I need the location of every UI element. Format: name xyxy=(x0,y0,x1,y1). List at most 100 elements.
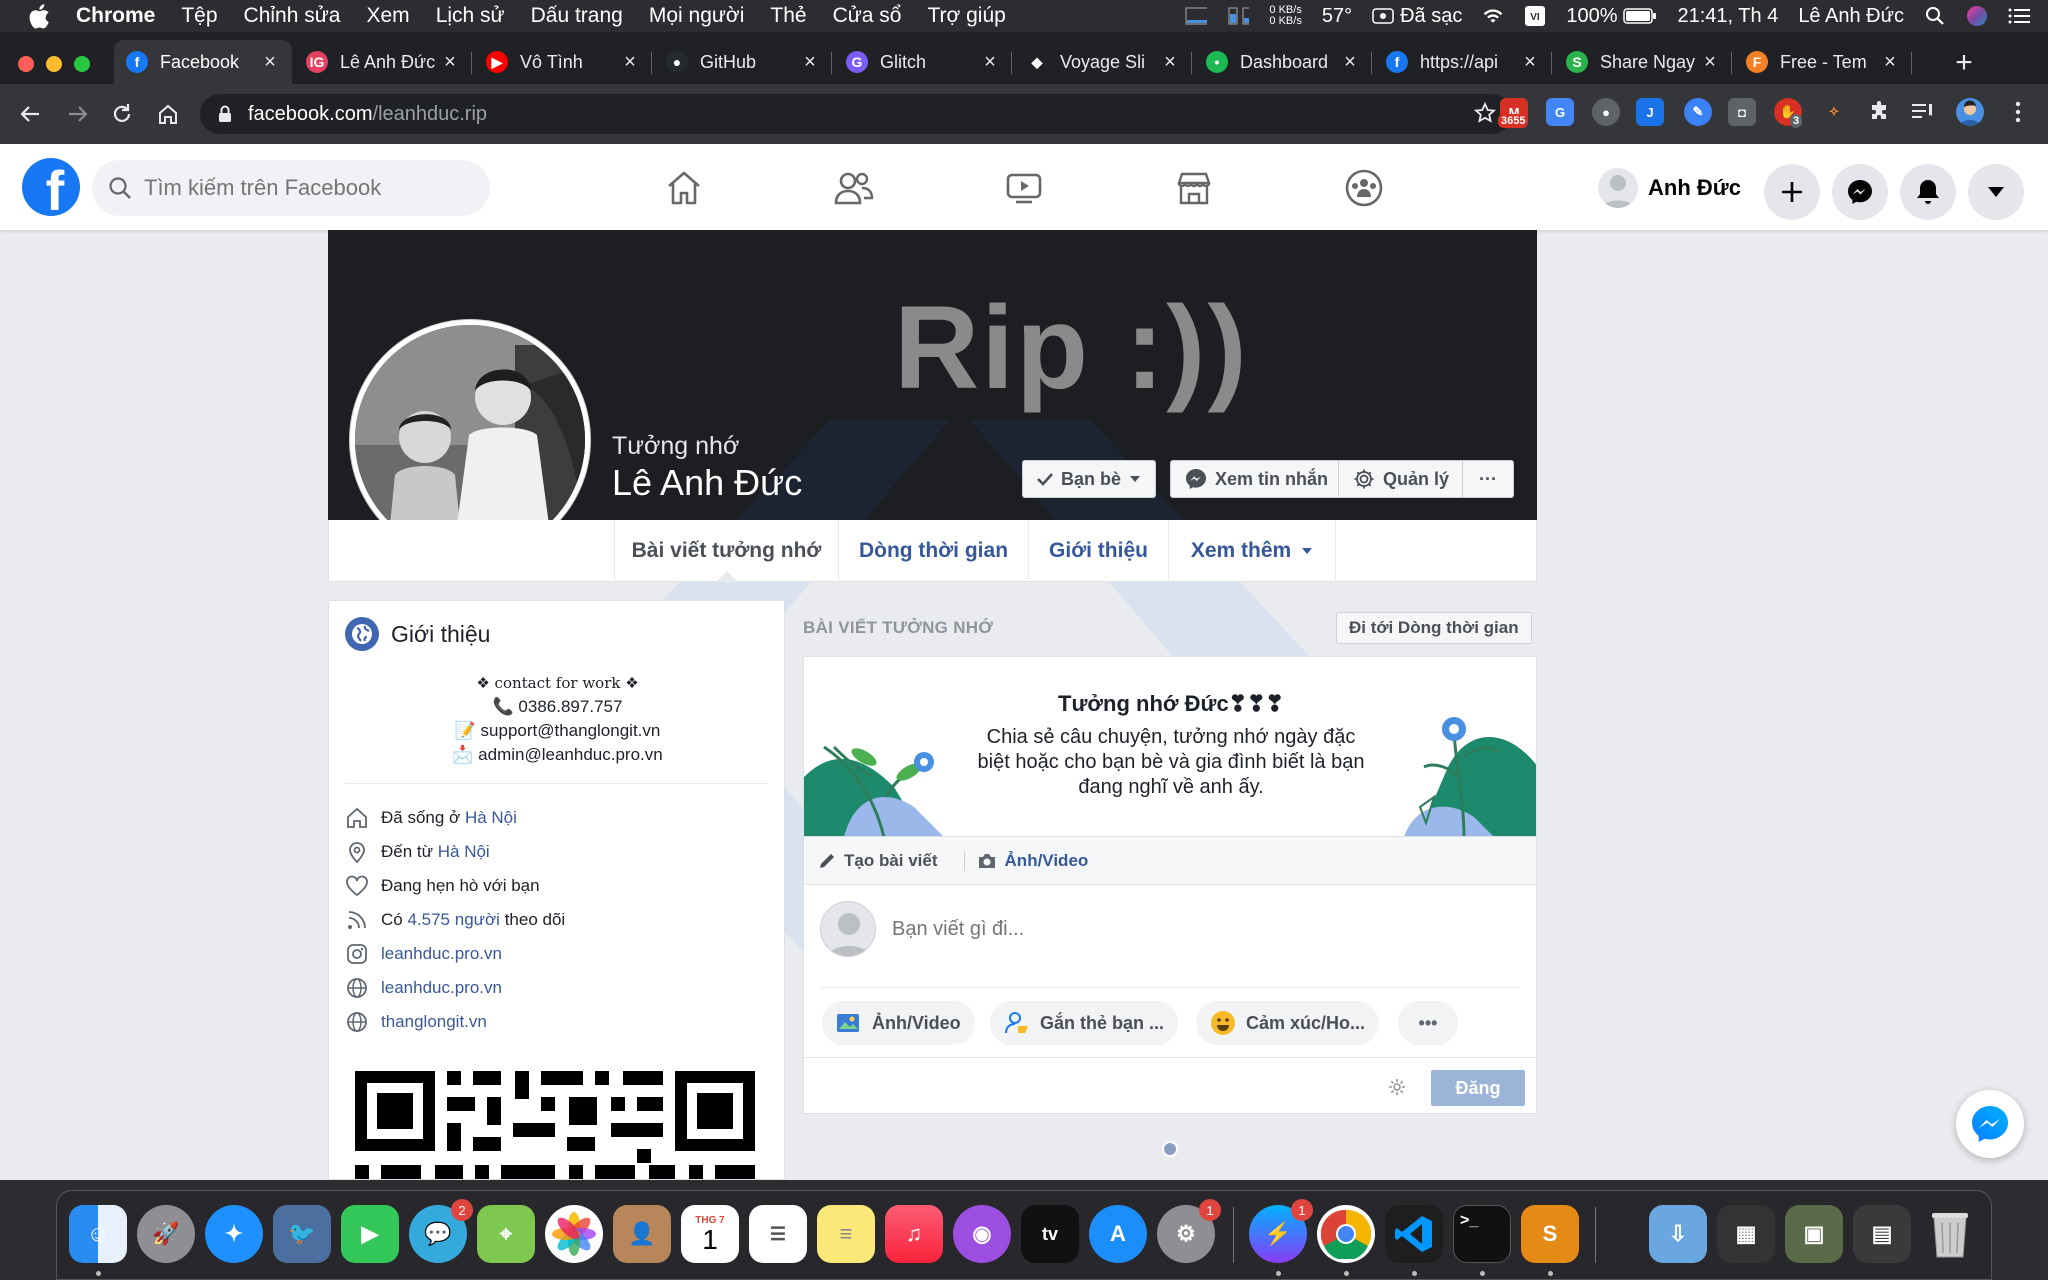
apple-tv-icon[interactable]: tv xyxy=(1021,1205,1079,1263)
tab-memorial-posts[interactable]: Bài viết tưởng nhớ xyxy=(614,520,838,582)
menu-tab[interactable]: Thẻ xyxy=(770,4,806,28)
settings-gear-icon[interactable] xyxy=(1388,1078,1406,1101)
create-post-tab[interactable]: Tạo bài viết xyxy=(818,851,938,871)
minimize-window-button[interactable] xyxy=(46,56,62,72)
photo-video-pill[interactable]: Ảnh/Video xyxy=(822,1001,975,1045)
facebook-search[interactable] xyxy=(92,160,490,216)
account-menu-button[interactable] xyxy=(1968,164,2024,220)
messenger-app-icon[interactable]: ⚡ 1 xyxy=(1249,1199,1313,1263)
more-options-button[interactable]: ··· xyxy=(1462,460,1514,498)
notes-icon[interactable]: ≡ xyxy=(817,1205,875,1263)
zoom-window-button[interactable] xyxy=(74,56,90,72)
cpu-graph-icon[interactable] xyxy=(1185,6,1208,26)
network-speed[interactable]: 0 KB/s 0 KB/s xyxy=(1269,5,1301,27)
gmail-extension-icon[interactable]: M 3655 xyxy=(1498,98,1529,128)
browser-tab[interactable]: • Dashboard × xyxy=(1194,40,1372,84)
j-extension-icon[interactable]: J xyxy=(1636,98,1664,126)
tab-close-icon[interactable]: × xyxy=(1880,51,1900,74)
pen-extension-icon[interactable]: ✎ xyxy=(1684,98,1712,126)
tab-close-icon[interactable]: × xyxy=(800,51,820,74)
calendar-icon[interactable]: THG 7 1 xyxy=(681,1205,739,1263)
safari-icon[interactable]: ✦ xyxy=(205,1205,263,1263)
chrome-menu-icon[interactable] xyxy=(2004,98,2032,126)
menubar-user[interactable]: Lê Anh Đức xyxy=(1798,5,1904,28)
keyboard-input-icon[interactable]: VI xyxy=(1524,6,1546,26)
tab-close-icon[interactable]: × xyxy=(1520,51,1540,74)
charging-status[interactable]: Đã sạc xyxy=(1372,5,1462,28)
contacts-icon[interactable]: 👤 xyxy=(613,1205,671,1263)
manage-button[interactable]: Quản lý xyxy=(1338,460,1465,498)
tab-more[interactable]: Xem thêm xyxy=(1168,520,1336,581)
terminal-icon[interactable]: >_ xyxy=(1453,1205,1511,1263)
apple-icon[interactable] xyxy=(26,3,52,29)
home-button[interactable] xyxy=(150,96,186,132)
podcasts-icon[interactable]: ◉ xyxy=(953,1205,1011,1263)
back-button[interactable] xyxy=(12,96,48,132)
profile-name[interactable]: Lê Anh Đức xyxy=(612,462,802,504)
browser-tab[interactable]: ◆ Voyage Sli × xyxy=(1014,40,1192,84)
tab-close-icon[interactable]: × xyxy=(260,51,280,74)
nav-friends-icon[interactable] xyxy=(826,160,882,216)
facetime-icon[interactable]: ▶ xyxy=(341,1205,399,1263)
notification-center-icon[interactable] xyxy=(2008,6,2030,26)
browser-tab[interactable]: F Free - Tem × xyxy=(1734,40,1912,84)
spotlight-search-icon[interactable] xyxy=(1924,6,1946,26)
browser-tab[interactable]: G Glitch × xyxy=(834,40,1012,84)
tab-close-icon[interactable]: × xyxy=(440,51,460,74)
from-place-link[interactable]: Hà Nội xyxy=(438,842,490,861)
browser-tab[interactable]: f https://api × xyxy=(1374,40,1552,84)
tab-close-icon[interactable]: × xyxy=(1700,51,1720,74)
browser-tab[interactable]: ▶ Vô Tình × xyxy=(474,40,652,84)
menu-window[interactable]: Cửa sổ xyxy=(833,4,902,28)
menu-view[interactable]: Xem xyxy=(367,4,410,28)
tab-close-icon[interactable]: × xyxy=(1340,51,1360,74)
system-preferences-icon[interactable]: ⚙ 1 xyxy=(1157,1199,1221,1263)
hint-extension-icon[interactable]: ✧ xyxy=(1820,98,1848,126)
feeling-activity-pill[interactable]: Cảm xúc/Ho... xyxy=(1196,1001,1380,1045)
memory-icon[interactable] xyxy=(1227,6,1250,26)
app-store-icon[interactable]: A xyxy=(1089,1205,1147,1263)
view-messages-button[interactable]: Xem tin nhắn xyxy=(1170,460,1344,498)
sublime-text-icon[interactable]: S xyxy=(1521,1205,1579,1263)
website-1-link[interactable]: leanhduc.pro.vn xyxy=(381,978,502,998)
go-to-timeline-button[interactable]: Đi tới Dòng thời gian xyxy=(1336,612,1532,644)
media-extension-icon[interactable]: ● xyxy=(1592,98,1620,126)
tab-close-icon[interactable]: × xyxy=(1160,51,1180,74)
tab-close-icon[interactable]: × xyxy=(620,51,640,74)
bookmark-star-icon[interactable] xyxy=(1473,101,1497,130)
menu-help[interactable]: Trợ giúp xyxy=(927,4,1005,28)
close-window-button[interactable] xyxy=(18,56,34,72)
camera-extension-icon[interactable]: ◘ xyxy=(1728,98,1756,126)
menu-bookmarks[interactable]: Dấu trang xyxy=(531,4,623,28)
chrome-app-icon[interactable] xyxy=(1317,1205,1375,1263)
tag-friends-pill[interactable]: Gắn thẻ bạn ... xyxy=(990,1001,1179,1045)
create-button[interactable] xyxy=(1764,164,1820,220)
reload-button[interactable] xyxy=(104,96,140,132)
music-icon[interactable]: ♫ xyxy=(885,1205,943,1263)
maps-icon[interactable]: ⌖ xyxy=(477,1205,535,1263)
post-button[interactable]: Đăng xyxy=(1431,1070,1525,1106)
fb-user-chip[interactable]: Anh Đức xyxy=(1598,166,1741,210)
profile-avatar[interactable] xyxy=(1956,98,1984,126)
menu-people[interactable]: Mọi người xyxy=(649,4,745,28)
notifications-button[interactable] xyxy=(1900,164,1956,220)
address-bar[interactable]: facebook.com/leanhduc.rip xyxy=(200,94,1512,134)
browser-tab[interactable]: ● GitHub × xyxy=(654,40,832,84)
tab-timeline[interactable]: Dòng thời gian xyxy=(838,520,1028,581)
tab-close-icon[interactable]: × xyxy=(980,51,1000,74)
floating-messenger-button[interactable] xyxy=(1956,1090,2024,1158)
nav-groups-icon[interactable] xyxy=(1336,160,1392,216)
reading-list-icon[interactable] xyxy=(1910,98,1938,126)
downloads-folder-icon[interactable]: ⇩ xyxy=(1649,1205,1707,1263)
translate-extension-icon[interactable]: G xyxy=(1546,98,1574,126)
adblock-extension-icon[interactable]: ✋ 3 xyxy=(1774,98,1803,128)
finder-icon[interactable]: ☺ xyxy=(69,1205,127,1263)
followers-link[interactable]: 4.575 người xyxy=(407,910,499,929)
lived-place-link[interactable]: Hà Nội xyxy=(465,808,517,827)
reminders-icon[interactable]: ☰ xyxy=(749,1205,807,1263)
friends-button[interactable]: Bạn bè xyxy=(1022,460,1157,498)
trash-icon[interactable] xyxy=(1921,1205,1979,1263)
temperature[interactable]: 57° xyxy=(1322,5,1352,28)
photos-icon[interactable] xyxy=(545,1205,603,1263)
lock-icon[interactable] xyxy=(218,105,232,123)
